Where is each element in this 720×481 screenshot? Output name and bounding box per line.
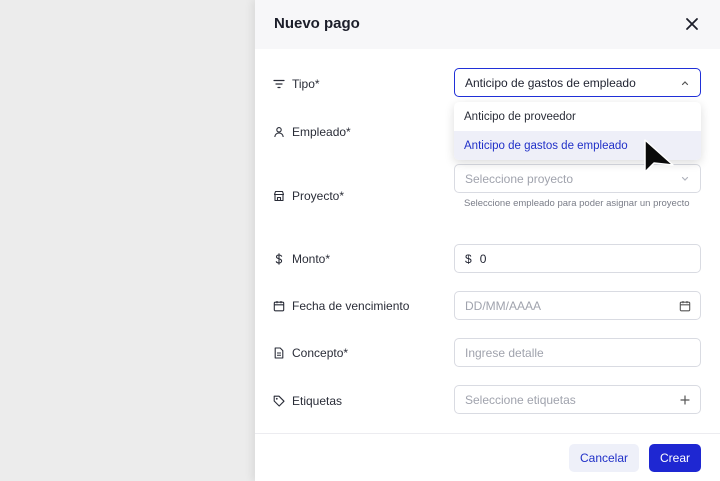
calendar-icon [273, 301, 285, 312]
monto-label: Monto* [292, 252, 331, 266]
concepto-label: Concepto* [292, 346, 349, 360]
create-button[interactable]: Crear [649, 444, 701, 472]
concepto-placeholder: Ingrese detalle [465, 345, 544, 360]
chevron-up-icon [681, 80, 689, 85]
tipo-label-row: Tipo* [273, 77, 320, 91]
empleado-label-row: Empleado* [273, 125, 351, 139]
filter-icon [273, 79, 285, 89]
close-icon[interactable] [682, 14, 702, 34]
monto-value: 0 [479, 251, 487, 266]
calendar-icon[interactable] [679, 300, 691, 312]
etiquetas-label: Etiquetas [292, 394, 343, 408]
etiquetas-placeholder: Seleccione etiquetas [465, 392, 576, 407]
dropdown-option-proveedor[interactable]: Anticipo de proveedor [454, 102, 701, 131]
tipo-select[interactable]: Anticipo de gastos de empleado [454, 68, 701, 97]
etiquetas-select[interactable]: Seleccione etiquetas [454, 385, 701, 414]
store-icon [273, 190, 285, 202]
fecha-placeholder: DD/MM/AAAA [465, 298, 542, 313]
proyecto-placeholder: Seleccione proyecto [465, 171, 574, 186]
proyecto-helper-text: Seleccione empleado para poder asignar u… [464, 198, 690, 209]
dollar-icon [275, 253, 283, 265]
panel-footer: Cancelar Crear [255, 433, 720, 481]
plus-icon[interactable] [679, 394, 691, 406]
panel-header: Nuevo pago [255, 0, 720, 49]
new-payment-panel: Nuevo pago Tipo* Anticipo de gastos de e… [255, 0, 720, 481]
document-icon [274, 347, 284, 359]
tipo-value: Anticipo de gastos de empleado [465, 75, 636, 90]
fecha-label: Fecha de vencimiento [292, 299, 410, 313]
monto-label-row: Monto* [273, 252, 330, 266]
currency-symbol: $ [465, 251, 472, 266]
empleado-label: Empleado* [292, 125, 351, 139]
tag-icon [273, 395, 285, 407]
page-title: Nuevo pago [274, 15, 360, 32]
cancel-button[interactable]: Cancelar [569, 444, 639, 472]
monto-input[interactable]: $ 0 [454, 244, 701, 273]
proyecto-label-row: Proyecto* [273, 189, 344, 203]
user-icon [274, 127, 284, 138]
mouse-cursor-icon [644, 139, 674, 173]
tipo-label: Tipo* [292, 77, 320, 91]
modal-backdrop[interactable] [0, 0, 255, 481]
fecha-label-row: Fecha de vencimiento [273, 299, 409, 313]
fecha-input[interactable]: DD/MM/AAAA [454, 291, 701, 320]
concepto-input[interactable]: Ingrese detalle [454, 338, 701, 367]
concepto-label-row: Concepto* [273, 346, 348, 360]
etiquetas-label-row: Etiquetas [273, 394, 342, 408]
chevron-down-icon [681, 176, 689, 181]
proyecto-label: Proyecto* [292, 189, 345, 203]
